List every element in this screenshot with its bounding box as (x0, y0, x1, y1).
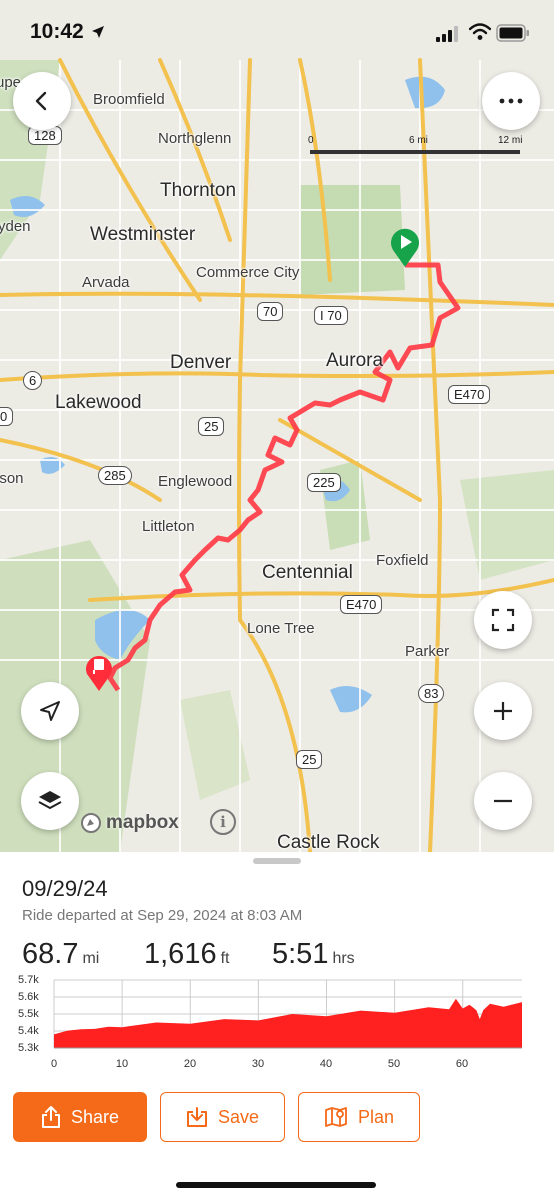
place-label: Englewood (158, 473, 233, 490)
download-icon (186, 1107, 207, 1127)
elevation-area (54, 998, 522, 1048)
distance-value: 68.7 (22, 938, 79, 970)
place-label: Lakewood (55, 392, 142, 413)
map-basemap (0, 58, 554, 852)
highway-shield: E470 (340, 595, 383, 614)
plan-button[interactable]: Plan (298, 1092, 420, 1142)
map-scale: 0 6 mi 12 mi (308, 135, 523, 159)
locate-me-button[interactable] (21, 682, 79, 740)
distance-unit: mi (82, 950, 100, 967)
status-time: 10:42 (30, 20, 84, 43)
share-icon (41, 1106, 60, 1128)
plan-label: Plan (357, 1106, 395, 1127)
zoom-in-button[interactable] (474, 682, 532, 740)
place-label: Lone Tree (247, 620, 315, 637)
end-marker-icon[interactable] (84, 650, 114, 692)
place-label: ydеn (0, 218, 31, 235)
chevron-left-icon (35, 91, 47, 111)
x-tick-label: 60 (455, 1058, 469, 1070)
place-label: Aurora (326, 350, 384, 371)
place-label: Denver (170, 352, 232, 373)
place-label: Centennial (262, 562, 353, 583)
route-map[interactable]: Broomfield Northglenn Thornton Westminst… (0, 0, 554, 852)
home-indicator (176, 1182, 376, 1188)
distance-stat: 68.7 mi (22, 938, 99, 971)
highway-shield: I 70 (314, 306, 348, 325)
scale-bar (310, 150, 520, 154)
place-label: Commerce City (196, 264, 300, 281)
back-button[interactable] (13, 72, 71, 130)
plus-icon (494, 702, 512, 720)
mapbox-logo[interactable]: mapbox (80, 812, 179, 834)
more-button[interactable] (482, 72, 540, 130)
wifi-icon (469, 23, 491, 40)
highway-shield: 25 (198, 417, 225, 436)
x-tick-label: 30 (251, 1058, 265, 1070)
place-label: Westminster (90, 224, 196, 245)
x-tick-label: 50 (387, 1058, 401, 1070)
place-label: Castle Rock (277, 832, 380, 852)
place-label: Broomfield (93, 91, 165, 108)
duration-stat: 5:51 hrs (272, 938, 355, 971)
location-services-icon (92, 26, 104, 38)
place-label: Littleton (142, 518, 195, 535)
highway-shield: 225 (307, 473, 341, 492)
location-arrow-icon (40, 701, 60, 721)
place-label: Foxfield (376, 552, 429, 569)
ride-departed-text: Ride departed at Sep 29, 2024 at 8:03 AM (22, 907, 303, 924)
scale-label: 12 mi (498, 135, 523, 146)
share-button[interactable]: Share (13, 1092, 147, 1142)
duration-value: 5:51 (272, 938, 329, 970)
highway-shield: 83 (418, 684, 445, 703)
elevation-value: 1,616 (144, 938, 217, 970)
sheet-drag-handle[interactable] (253, 858, 301, 864)
elevation-chart[interactable]: 5.7k 5.6k 5.5k 5.4k 5.3k 0 10 20 30 40 5… (0, 974, 554, 1082)
x-tick-label: 0 (50, 1058, 58, 1070)
cellular-signal-icon (436, 26, 458, 42)
mapbox-icon (81, 813, 101, 833)
map-pin-icon (325, 1107, 347, 1127)
x-tick-label: 10 (115, 1058, 129, 1070)
map-layers-button[interactable] (21, 772, 79, 830)
place-label: ison (0, 470, 24, 487)
status-bar: 10:42 (0, 0, 554, 64)
highway-shield: 25 (296, 750, 323, 769)
place-label: Northglenn (158, 130, 232, 147)
save-button[interactable]: Save (160, 1092, 285, 1142)
ride-summary-sheet[interactable]: 09/29/24 Ride departed at Sep 29, 2024 a… (0, 852, 554, 1200)
fullscreen-icon (491, 608, 515, 632)
ride-title: 09/29/24 (22, 876, 108, 901)
x-tick-label: 40 (319, 1058, 333, 1070)
zoom-out-button[interactable] (474, 772, 532, 830)
place-label: Thornton (160, 180, 237, 201)
highway-shield: 0 (0, 407, 14, 426)
elevation-stat: 1,616 ft (144, 938, 229, 971)
scale-label: 6 mi (409, 135, 428, 146)
start-marker-icon[interactable] (389, 226, 421, 268)
save-label: Save (217, 1106, 260, 1127)
highway-shield: E470 (448, 385, 491, 404)
highway-shield: 285 (98, 466, 132, 485)
place-label: Arvada (82, 274, 130, 291)
battery-icon (496, 24, 529, 42)
mapbox-wordmark: mapbox (106, 812, 179, 833)
scale-label: 0 (308, 135, 314, 146)
fit-route-button[interactable] (474, 591, 532, 649)
elevation-unit: ft (220, 950, 230, 967)
info-icon[interactable]: i (210, 809, 236, 835)
elevation-plot (53, 979, 522, 1049)
duration-unit: hrs (332, 950, 355, 967)
minus-icon (494, 799, 512, 803)
x-tick-label: 20 (183, 1058, 197, 1070)
highway-shield: 70 (257, 302, 284, 321)
place-label: Parker (405, 643, 450, 660)
share-label: Share (70, 1106, 120, 1127)
more-dots-icon (499, 98, 523, 104)
layers-icon (38, 791, 62, 810)
